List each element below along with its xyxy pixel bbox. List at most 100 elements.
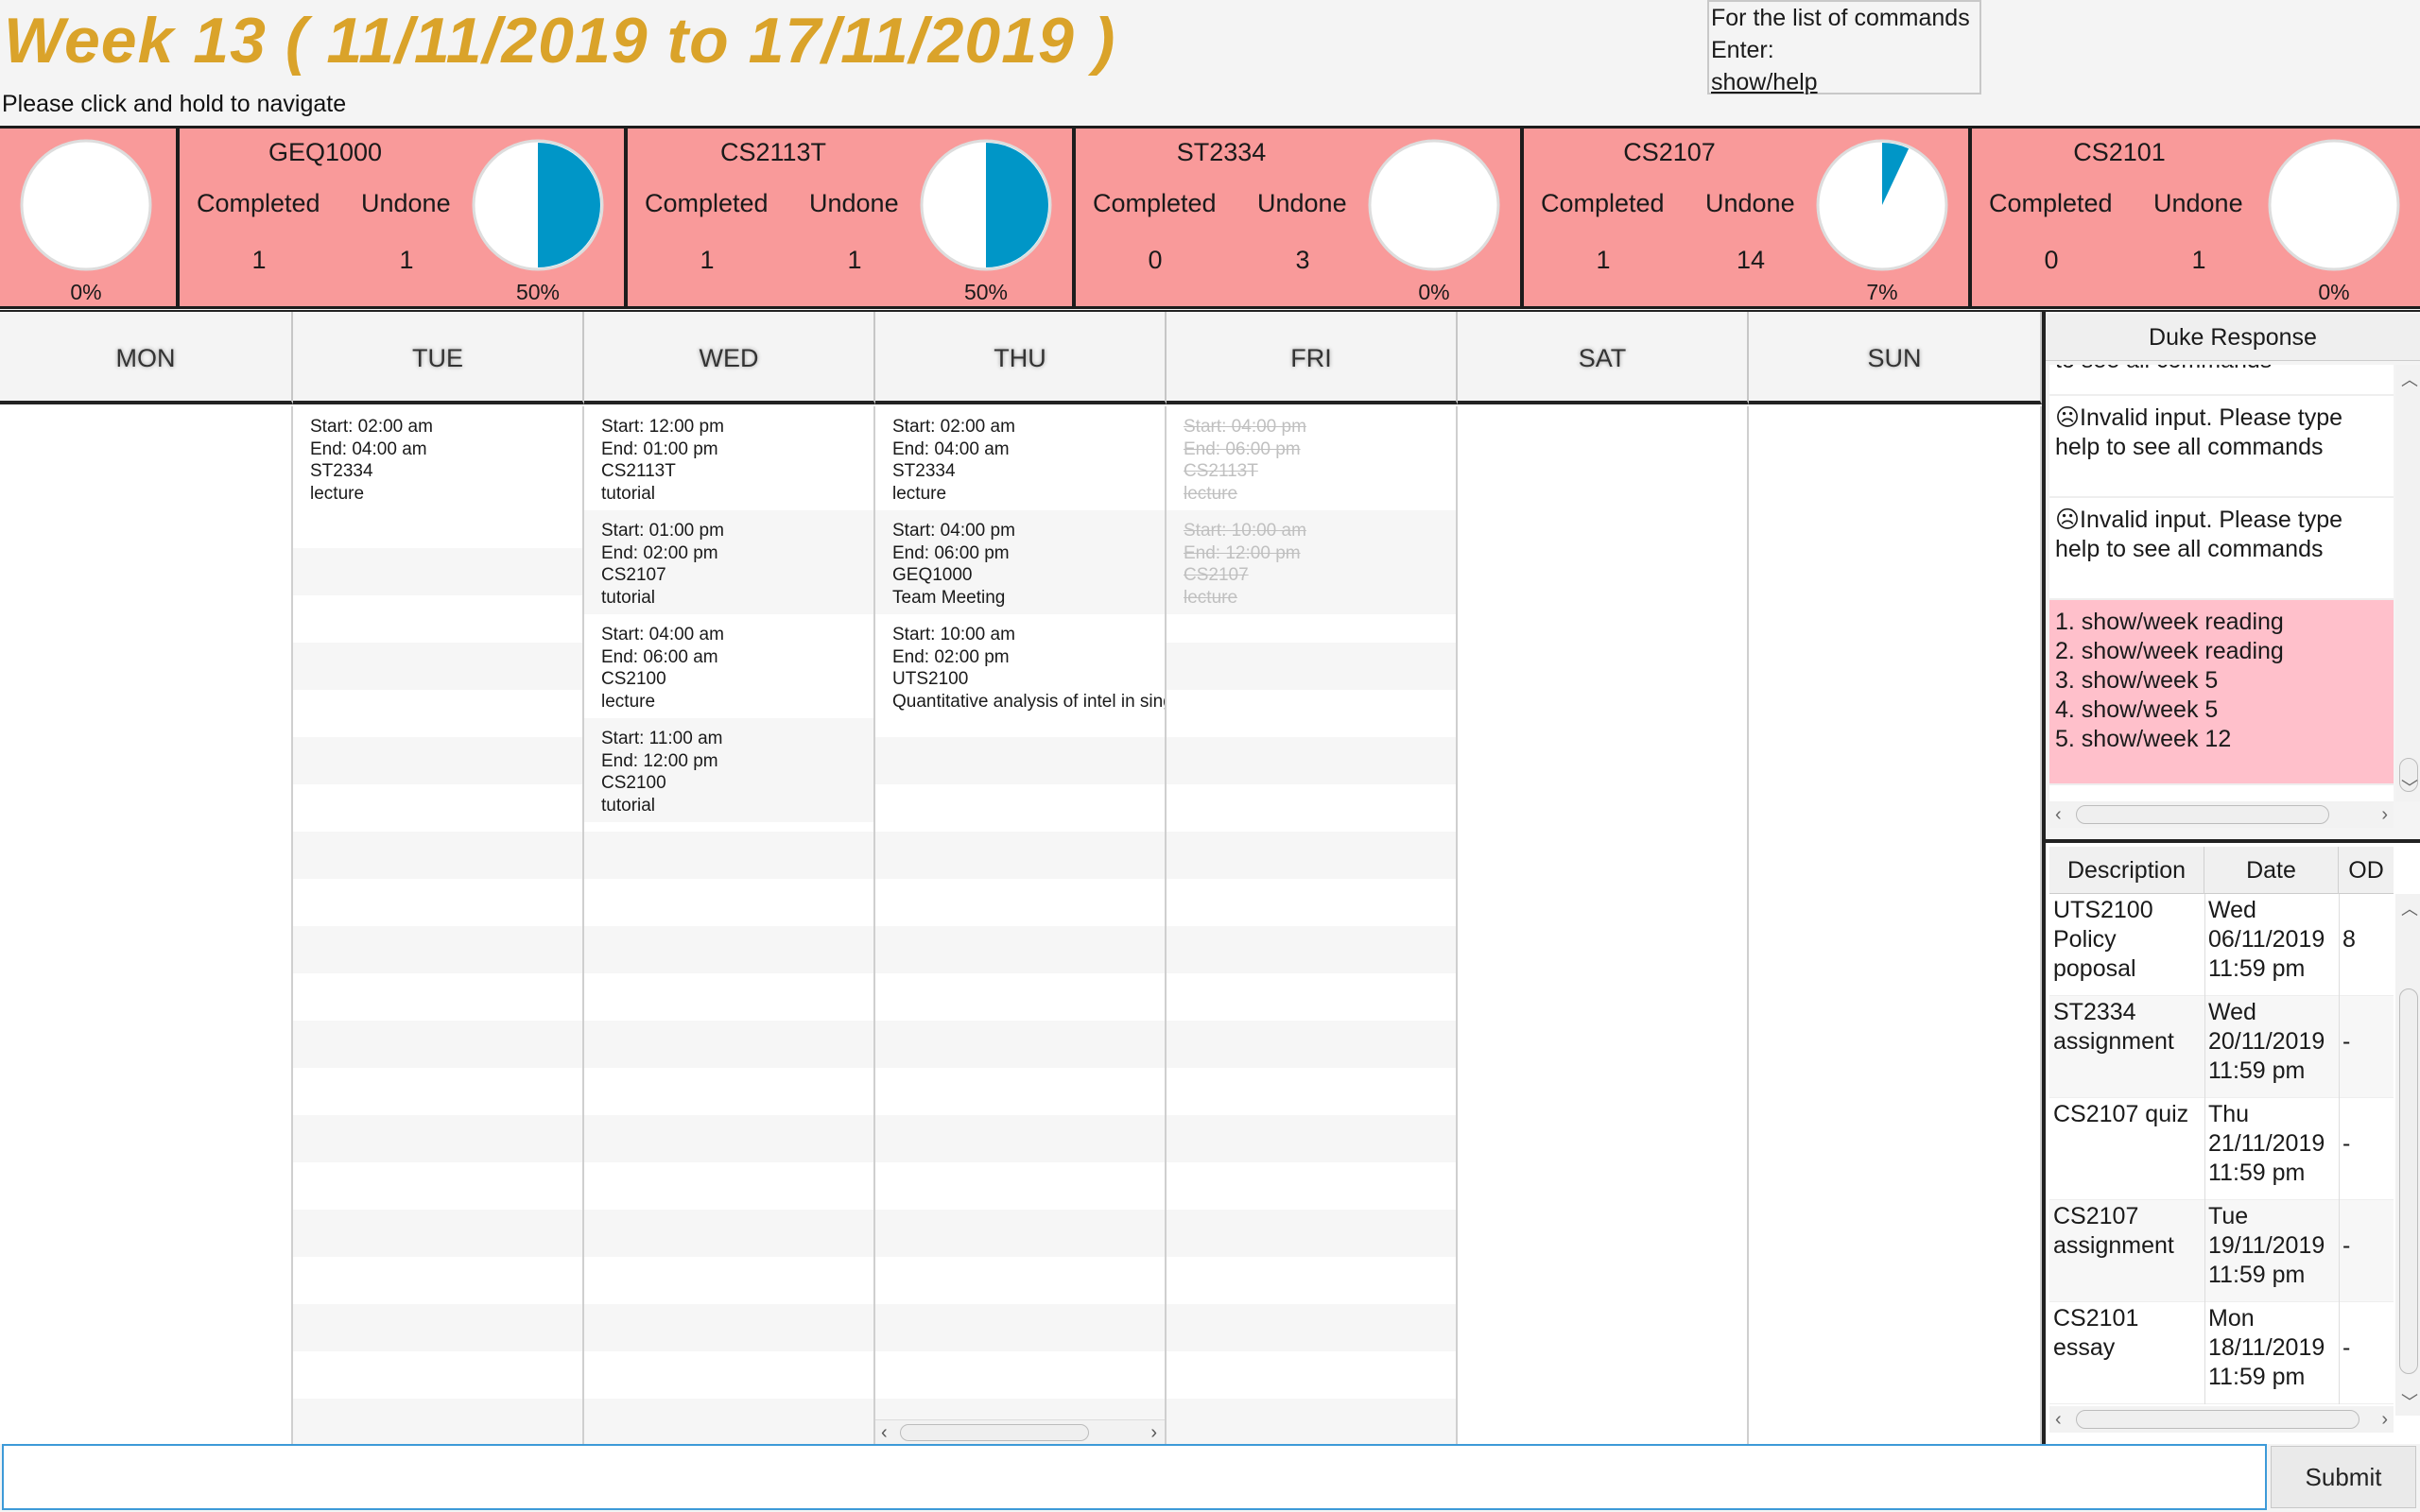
duke-response-list[interactable]: to see all commands ☹Invalid input. Pleas… [2049, 365, 2394, 801]
day-header-wed: WED [584, 312, 875, 404]
day-header-mon: MON [0, 312, 293, 404]
module-panel: CS2107 Completed Undone 1 14 7% [1524, 129, 1968, 306]
command-input[interactable] [2, 1444, 2267, 1510]
task-type: lecture [310, 483, 365, 504]
submit-button[interactable]: Submit [2271, 1446, 2416, 1508]
task-end-time: End: 12:00 pm [1184, 542, 1301, 563]
task-entry[interactable]: Start: 04:00 pm End: 06:00 pm GEQ1000 Team … [875, 510, 1165, 614]
response-line: to see all commands [2055, 365, 2390, 375]
day-column-sun[interactable] [1749, 406, 2042, 1444]
task-start-time: Start: 02:00 am [310, 417, 433, 437]
deadline-row[interactable]: CS2101 essay Mon 18/11/2019 11:59 pm - [2049, 1302, 2394, 1404]
completed-label: Completed [1989, 189, 2113, 217]
deadline-row[interactable]: UTS2100 Policy poposal Wed 06/11/2019 11:… [2049, 894, 2394, 996]
task-type: tutorial [601, 587, 656, 608]
column-header-date[interactable]: Date [2204, 847, 2339, 894]
task-module: CS2107 [1184, 565, 1249, 585]
duke-response-scroll-content: to see all commands ☹Invalid input. Pleas… [2049, 365, 2394, 785]
scroll-right-icon[interactable]: › [2381, 1406, 2388, 1433]
task-end-time: End: 06:00 pm [1184, 438, 1301, 459]
scroll-thumb[interactable] [2076, 805, 2329, 824]
task-module: GEQ1000 [892, 565, 973, 585]
progress-pie-chart [2268, 139, 2400, 271]
task-entry[interactable]: Start: 10:00 am End: 02:00 pm UTS2100 Quant… [875, 614, 1165, 718]
task-entry[interactable]: Start: 02:00 am End: 04:00 am ST2334 lectur… [293, 406, 582, 510]
completed-label: Completed [645, 189, 769, 217]
deadline-table-header: Description Date OD [2049, 847, 2394, 894]
header: Week 13 ( 11/11/2019 to 17/11/2019 ) Ple… [0, 0, 2420, 127]
scroll-up-icon[interactable]: ︿ [2401, 367, 2418, 391]
column-header-od[interactable]: OD [2339, 847, 2394, 894]
task-type: lecture [1184, 483, 1238, 504]
module-name: CS2107 [1623, 138, 1716, 166]
day-column-wed[interactable]: Start: 12:00 pm End: 01:00 pm CS2113T tutor… [584, 406, 875, 1444]
task-type: lecture [892, 483, 947, 504]
undone-label: Undone [1257, 189, 1347, 217]
day-column-tue[interactable]: Start: 02:00 am End: 04:00 am ST2334 lectur… [293, 406, 584, 1444]
scroll-left-icon[interactable]: ‹ [2055, 1406, 2062, 1433]
help-command-link[interactable]: show/help [1711, 66, 1979, 98]
module-panel: GEQ1000 Completed Undone 1 1 50% [180, 129, 624, 306]
column-header-description[interactable]: Description [2049, 847, 2204, 894]
response-line: 1. show/week reading [2055, 609, 2284, 635]
module-name: CS2101 [2073, 138, 2166, 166]
task-module: CS2107 [601, 565, 666, 585]
scroll-thumb[interactable] [2076, 1410, 2360, 1429]
deadline-row[interactable]: ST2334 assignment Wed 20/11/2019 11:59 pm… [2049, 996, 2394, 1098]
task-start-time: Start: 10:00 am [1184, 521, 1306, 541]
undone-count: 1 [847, 246, 862, 274]
deadline-horizontal-scrollbar[interactable]: ‹ › [2049, 1406, 2394, 1433]
completed-count: 1 [700, 246, 715, 274]
scroll-right-icon[interactable]: › [1150, 1420, 1157, 1444]
deadline-vertical-scrollbar[interactable]: ︿ ﹀ [2395, 894, 2420, 1416]
scroll-thumb[interactable] [900, 1424, 1089, 1441]
module-panel: 0% [0, 129, 176, 306]
task-entry[interactable]: Start: 04:00 am End: 06:00 am CS2100 lectur… [584, 614, 873, 718]
deadline-date: Mon 18/11/2019 11:59 pm [2208, 1305, 2325, 1390]
scroll-up-icon[interactable]: ︿ [2401, 896, 2418, 920]
day-column-thu[interactable]: Start: 02:00 am End: 04:00 am ST2334 lectur… [875, 406, 1167, 1444]
duke-response-item[interactable]: ☹Invalid input. Please type help to see … [2049, 396, 2394, 498]
completed-label: Completed [1093, 189, 1217, 217]
scroll-down-icon[interactable]: ﹀ [2401, 1389, 2418, 1414]
percent-label: 50% [515, 280, 561, 304]
day-column-fri[interactable]: Start: 04:00 pm End: 06:00 pm CS2113T lectu… [1167, 406, 1458, 1444]
thursday-horizontal-scrollbar[interactable]: ‹ › [875, 1419, 1165, 1444]
duke-response-item[interactable]: to see all commands [2049, 365, 2394, 396]
scroll-left-icon[interactable]: ‹ [2055, 801, 2062, 828]
deadline-row[interactable]: CS2107 quiz Thu 21/11/2019 11:59 pm - [2049, 1098, 2394, 1200]
task-entry[interactable]: Start: 12:00 pm End: 01:00 pm CS2113T tutor… [584, 406, 873, 510]
day-column-sat[interactable] [1458, 406, 1749, 1444]
week-calendar[interactable]: MON TUE Start: 02:00 am End: 04:00 am ST2334… [0, 310, 2042, 1444]
undone-label: Undone [809, 189, 899, 217]
duke-horizontal-scrollbar[interactable]: ‹ › [2049, 801, 2394, 828]
scroll-right-icon[interactable]: › [2381, 801, 2388, 828]
pie-background [2268, 139, 2400, 271]
deadline-row[interactable]: CS2107 assignment Tue 19/11/2019 11:59 pm… [2049, 1200, 2394, 1302]
task-type: tutorial [601, 483, 656, 504]
day-header-sun: SUN [1749, 312, 2042, 404]
task-entry[interactable]: Start: 02:00 am End: 04:00 am ST2334 lectur… [875, 406, 1165, 510]
task-entry[interactable]: Start: 11:00 am End: 12:00 pm CS2100 tutori… [584, 718, 873, 822]
duke-vertical-scrollbar[interactable]: ︿ ﹀ [2395, 365, 2420, 801]
task-end-time: End: 06:00 am [601, 646, 718, 667]
scroll-thumb[interactable] [2399, 988, 2418, 1374]
progress-pie-chart [20, 139, 152, 271]
task-entry[interactable]: Start: 01:00 pm End: 02:00 pm CS2107 tutori… [584, 510, 873, 614]
undone-count: 3 [1295, 246, 1310, 274]
task-type: Team Meeting [892, 587, 1006, 608]
duke-response-item[interactable]: ☹Invalid input. Please type help to see … [2049, 498, 2394, 600]
scroll-left-icon[interactable]: ‹ [881, 1420, 888, 1444]
task-start-time: Start: 01:00 pm [601, 521, 724, 541]
day-column-mon[interactable] [0, 406, 293, 1444]
task-start-time: Start: 04:00 pm [1184, 417, 1306, 437]
completed-label: Completed [197, 189, 320, 217]
duke-response-item[interactable]: 1. show/week reading 2. show/week reading… [2049, 600, 2394, 785]
help-box: For the list of commands Enter: show/hel… [1707, 0, 1981, 95]
task-entry[interactable]: Start: 04:00 pm End: 06:00 pm CS2113T lectu… [1167, 406, 1456, 510]
scroll-down-icon[interactable]: ﹀ [2401, 775, 2418, 799]
task-entry[interactable]: Start: 10:00 am End: 12:00 pm CS2107 lectur… [1167, 510, 1456, 614]
task-module: CS2100 [601, 773, 666, 793]
task-start-time: Start: 10:00 am [892, 625, 1015, 644]
deadline-description: UTS2100 Policy poposal [2053, 897, 2153, 982]
